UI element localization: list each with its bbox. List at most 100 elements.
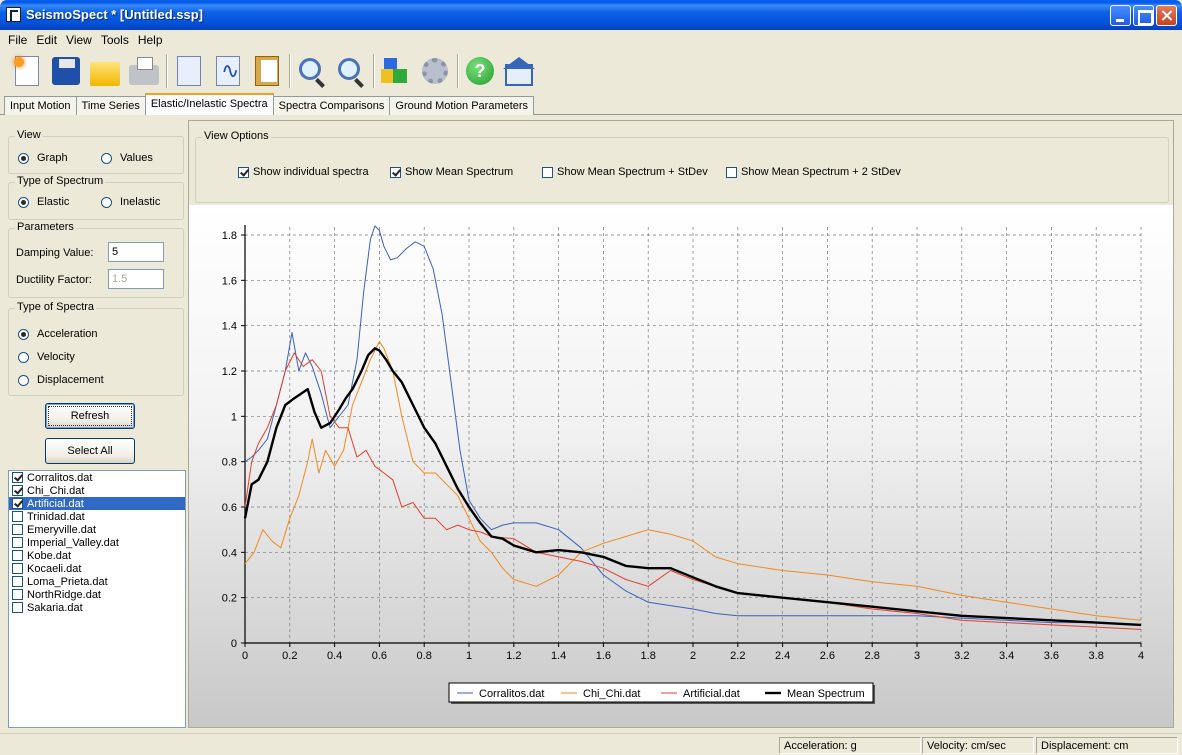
file-list-item[interactable]: Corralitos.dat bbox=[9, 471, 185, 484]
option-show-mean-2stdev-checkbox[interactable] bbox=[726, 166, 737, 178]
option-show-mean-2stdev[interactable]: Show Mean Spectrum + 2 StDev bbox=[726, 166, 901, 178]
title-bar: SeismoSpect * [Untitled.ssp] bbox=[0, 0, 1182, 30]
file-list-item[interactable]: NorthRidge.dat bbox=[9, 588, 185, 601]
x-tick-label: 1.8 bbox=[641, 650, 656, 662]
view-options-title: View Options bbox=[202, 130, 271, 142]
x-tick-label: 0.2 bbox=[282, 650, 297, 662]
option-show-mean-stdev-checkbox[interactable] bbox=[542, 166, 553, 178]
radio-graph-indicator[interactable] bbox=[18, 152, 29, 164]
spectra-chart: 0 0.2 0.4 0.6 0.8 1 1.2 1.4 1.6 1.8 2 2.2 2.4 2.6 2.8 3… bbox=[222, 225, 1144, 704]
option-show-individual-spectra-label: Show individual spectra bbox=[253, 166, 369, 178]
radio-velocity-indicator[interactable] bbox=[18, 351, 29, 363]
print-button[interactable] bbox=[127, 54, 161, 88]
file-list-item[interactable]: Kobe.dat bbox=[9, 549, 185, 562]
help-button[interactable]: ? bbox=[463, 54, 497, 88]
radio-elastic-label: Elastic bbox=[37, 196, 70, 208]
option-show-mean-spectrum[interactable]: Show Mean Spectrum bbox=[390, 166, 513, 178]
file-checkbox[interactable] bbox=[12, 524, 23, 535]
radio-inelastic-indicator[interactable] bbox=[101, 196, 112, 208]
open-folder-icon bbox=[90, 62, 120, 86]
settings-button[interactable] bbox=[418, 54, 452, 88]
spectra-type-group: Type of Spectra Acceleration Velocity Di… bbox=[8, 301, 184, 396]
radio-displacement[interactable]: Displacement bbox=[18, 374, 104, 386]
parameters-group: Parameters Damping Value: Ductility Fact… bbox=[8, 221, 184, 298]
x-tick-label: 3.8 bbox=[1089, 650, 1104, 662]
radio-values[interactable]: Values bbox=[101, 152, 153, 164]
copy-document-button[interactable] bbox=[172, 54, 206, 88]
home-button[interactable] bbox=[502, 54, 536, 88]
legend-label: Corralitos.dat bbox=[479, 688, 544, 700]
save-button[interactable] bbox=[49, 54, 83, 88]
file-list-item[interactable]: Emeryville.dat bbox=[9, 523, 185, 536]
file-list-item[interactable]: Kocaeli.dat bbox=[9, 562, 185, 575]
status-acceleration: Acceleration: g bbox=[779, 737, 921, 754]
radio-graph-label: Graph bbox=[37, 152, 68, 164]
waveform-document-button[interactable] bbox=[211, 54, 245, 88]
menu-tools[interactable]: Tools bbox=[97, 30, 134, 49]
file-list-item[interactable]: Sakaria.dat bbox=[9, 601, 185, 614]
new-document-button[interactable] bbox=[10, 54, 44, 88]
file-checkbox[interactable] bbox=[12, 485, 23, 496]
zoom-out-button[interactable] bbox=[334, 54, 368, 88]
file-list-item[interactable]: Imperial_Valley.dat bbox=[9, 536, 185, 549]
radio-acceleration-label: Acceleration bbox=[37, 328, 98, 340]
file-list[interactable]: Corralitos.dat Chi_Chi.dat Artificial.dat T… bbox=[8, 470, 186, 728]
file-name: Emeryville.dat bbox=[27, 523, 97, 536]
maximize-button[interactable] bbox=[1133, 5, 1154, 26]
x-tick-label: 2 bbox=[690, 650, 696, 662]
tab-input-motion[interactable]: Input Motion bbox=[4, 96, 77, 115]
radio-graph[interactable]: Graph bbox=[18, 152, 68, 164]
file-list-item[interactable]: Loma_Prieta.dat bbox=[9, 575, 185, 588]
option-show-individual-spectra[interactable]: Show individual spectra bbox=[238, 166, 369, 178]
menu-edit[interactable]: Edit bbox=[32, 30, 62, 49]
menu-view[interactable]: View bbox=[62, 30, 97, 49]
radio-velocity[interactable]: Velocity bbox=[18, 351, 75, 363]
file-checkbox[interactable] bbox=[12, 537, 23, 548]
tab-ground-motion-parameters[interactable]: Ground Motion Parameters bbox=[389, 96, 535, 115]
radio-inelastic[interactable]: Inelastic bbox=[101, 196, 160, 208]
radio-elastic[interactable]: Elastic bbox=[18, 196, 69, 208]
select-all-button[interactable]: Select All bbox=[45, 438, 135, 464]
app-logo-icon bbox=[6, 7, 21, 22]
radio-elastic-indicator[interactable] bbox=[18, 196, 29, 208]
y-tick-label: 1.2 bbox=[222, 366, 237, 378]
file-checkbox[interactable] bbox=[12, 576, 23, 587]
file-checkbox[interactable] bbox=[12, 498, 23, 509]
y-tick-label: 1.4 bbox=[222, 321, 237, 333]
file-checkbox[interactable] bbox=[12, 511, 23, 522]
menu-help[interactable]: Help bbox=[134, 30, 168, 49]
minimize-button[interactable] bbox=[1110, 5, 1131, 26]
file-checkbox[interactable] bbox=[12, 563, 23, 574]
tab-spectra-comparisons[interactable]: Spectra Comparisons bbox=[272, 96, 391, 115]
radio-acceleration[interactable]: Acceleration bbox=[18, 328, 98, 340]
file-list-item[interactable]: Trinidad.dat bbox=[9, 510, 185, 523]
zoom-in-button[interactable] bbox=[295, 54, 329, 88]
cubes-button[interactable] bbox=[379, 54, 413, 88]
option-show-mean-stdev[interactable]: Show Mean Spectrum + StDev bbox=[542, 166, 708, 178]
option-show-individual-spectra-checkbox[interactable] bbox=[238, 166, 249, 178]
menu-file[interactable]: File bbox=[4, 30, 32, 49]
tab-elastic-inelastic-spectra[interactable]: Elastic/Inelastic Spectra bbox=[144, 93, 274, 115]
paste-button[interactable] bbox=[250, 54, 284, 88]
status-displacement: Displacement: cm bbox=[1036, 737, 1178, 754]
damping-input[interactable] bbox=[108, 242, 164, 262]
radio-displacement-indicator[interactable] bbox=[18, 374, 29, 386]
tab-time-series[interactable]: Time Series bbox=[75, 96, 146, 115]
file-list-item[interactable]: Chi_Chi.dat bbox=[9, 484, 185, 497]
radio-values-indicator[interactable] bbox=[101, 152, 112, 164]
close-button[interactable] bbox=[1156, 5, 1177, 26]
refresh-button[interactable]: Refresh bbox=[45, 403, 135, 429]
file-checkbox[interactable] bbox=[12, 550, 23, 561]
view-options-group: View Options Show individual spectra Sho… bbox=[195, 130, 1169, 203]
option-show-mean-spectrum-checkbox[interactable] bbox=[390, 166, 401, 178]
file-checkbox[interactable] bbox=[12, 472, 23, 483]
radio-acceleration-indicator[interactable] bbox=[18, 328, 29, 340]
left-panel: View Graph Values Type of Spectrum Elast… bbox=[4, 120, 186, 728]
file-checkbox[interactable] bbox=[12, 589, 23, 600]
open-button[interactable] bbox=[88, 54, 122, 88]
option-show-mean-spectrum-label: Show Mean Spectrum bbox=[405, 166, 514, 178]
x-tick-label: 2.6 bbox=[820, 650, 835, 662]
file-checkbox[interactable] bbox=[12, 602, 23, 613]
zoom-out-icon bbox=[338, 58, 360, 80]
file-list-item[interactable]: Artificial.dat bbox=[9, 497, 185, 510]
